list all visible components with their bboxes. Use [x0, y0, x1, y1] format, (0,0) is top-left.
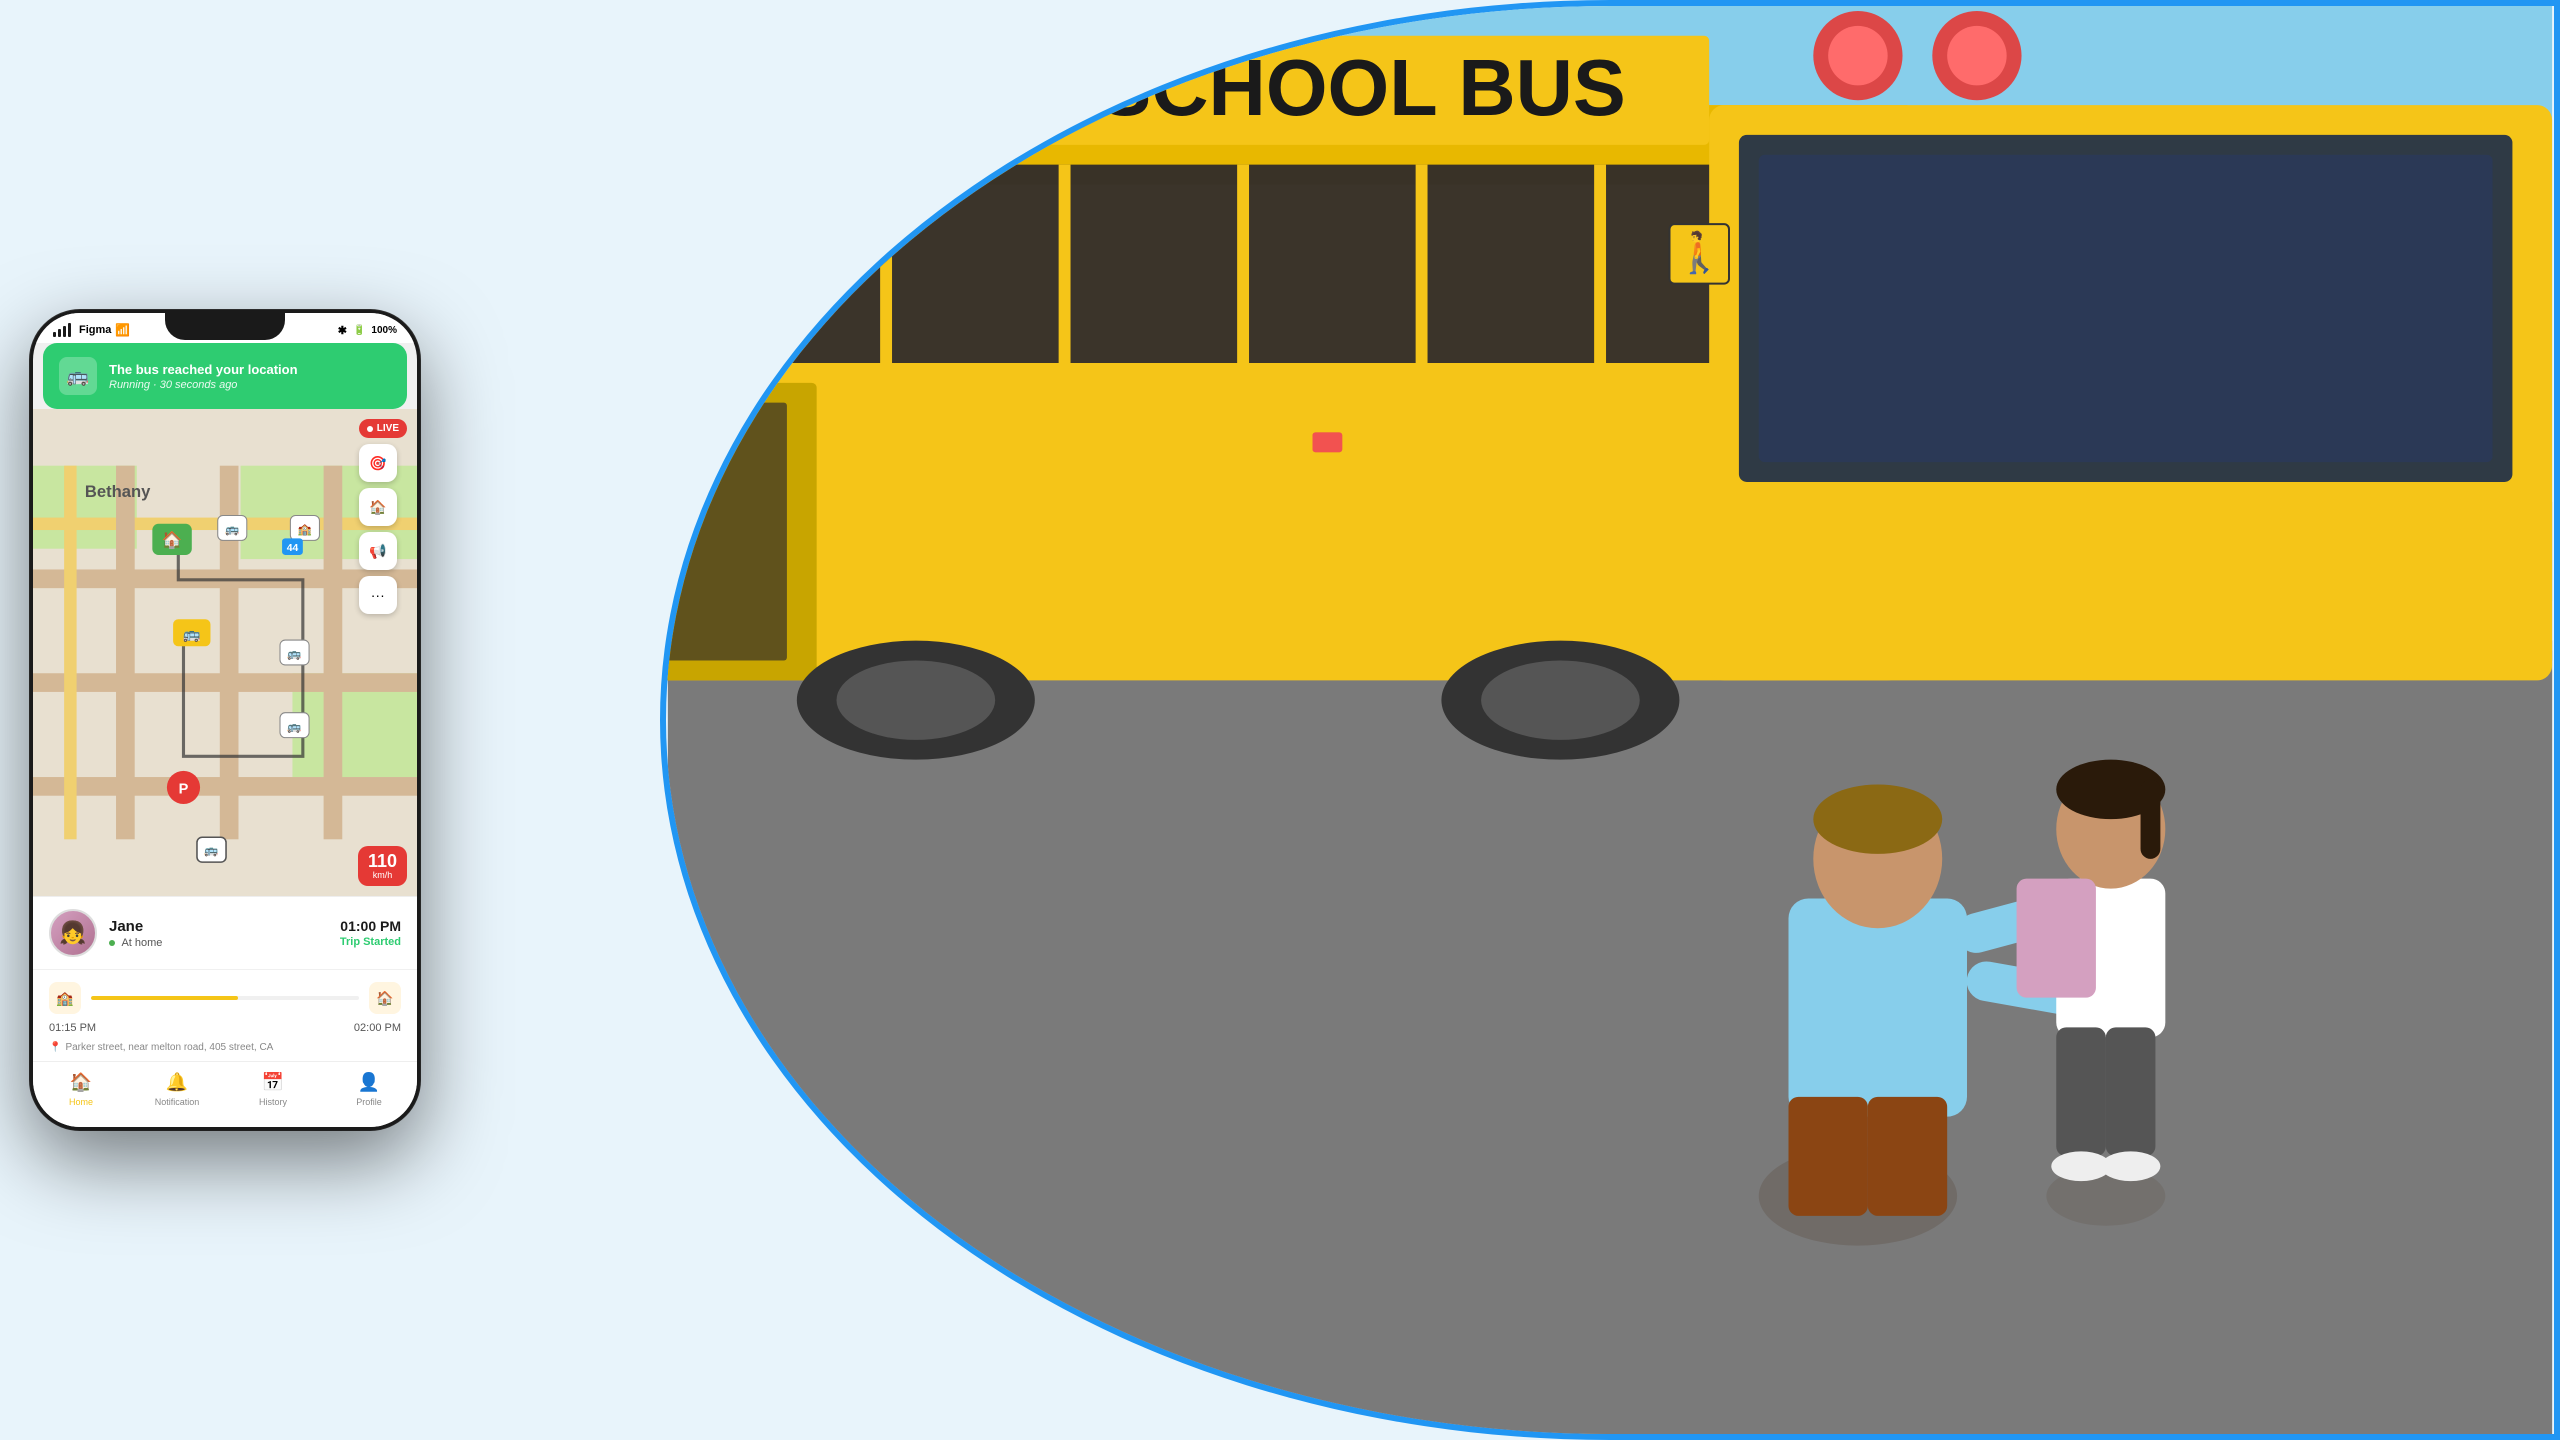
status-indicator [109, 940, 115, 946]
location-pin-icon: 📍 [49, 1042, 61, 1053]
map-controls: LIVE 🎯 🏠 📢 ··· [359, 419, 407, 614]
alert-button[interactable]: 📢 [359, 532, 397, 570]
notification-nav-label: Notification [155, 1097, 200, 1107]
trip-time: 01:00 PM [340, 918, 401, 934]
history-nav-label: History [259, 1097, 287, 1107]
svg-text:P: P [179, 782, 189, 798]
notification-text: The bus reached your location Running · … [109, 362, 298, 391]
phone-mockup: Figma 📶 9:41 AM ✱ 🔋 100% 🚌 The bus reach… [30, 310, 420, 1130]
phone-screen: Figma 📶 9:41 AM ✱ 🔋 100% 🚌 The bus reach… [33, 313, 417, 1127]
svg-text:🚌: 🚌 [287, 721, 301, 733]
location-text: Parker street, near melton road, 405 str… [65, 1042, 273, 1053]
carrier-label: Figma [79, 324, 111, 336]
school-icon: 🏫 [56, 990, 73, 1007]
home-nav-icon: 🏠 [69, 1070, 93, 1094]
svg-text:🚌: 🚌 [183, 627, 201, 643]
svg-text:🏫: 🏫 [298, 524, 312, 536]
phone-notch [165, 310, 285, 340]
live-badge[interactable]: LIVE [359, 419, 407, 438]
notification-subtitle: Running · 30 seconds ago [109, 379, 298, 391]
phone-frame: Figma 📶 9:41 AM ✱ 🔋 100% 🚌 The bus reach… [30, 310, 420, 1130]
svg-text:44: 44 [287, 543, 299, 554]
bottom-navigation: 🏠 Home 🔔 Notification 📅 History 👤 Profil… [33, 1061, 417, 1127]
speed-display: 110 km/h [358, 846, 407, 886]
bluetooth-icon: ✱ [338, 324, 347, 337]
trip-times: 01:15 PM 02:00 PM [49, 1022, 401, 1034]
notification-title: The bus reached your location [109, 362, 298, 377]
history-nav-icon: 📅 [261, 1070, 285, 1094]
child-status: At home [109, 937, 328, 949]
home-nav-label: Home [69, 1097, 93, 1107]
progress-row: 🏫 🏠 [49, 982, 401, 1014]
battery-label: 100% [371, 325, 397, 336]
progress-bar-fill [91, 996, 238, 1000]
nav-item-history[interactable]: 📅 History [243, 1070, 303, 1107]
child-time-info: 01:00 PM Trip Started [340, 918, 401, 948]
svg-text:🚌: 🚌 [225, 524, 239, 536]
more-button[interactable]: ··· [359, 576, 397, 614]
start-time: 01:15 PM [49, 1022, 96, 1034]
trip-started-label: Trip Started [340, 936, 401, 948]
svg-text:Bethany: Bethany [85, 482, 151, 501]
status-left: Figma 📶 [53, 323, 130, 337]
trip-progress-section: 🏫 🏠 01:15 PM 02:00 PM 📍 Parker street, n… [33, 969, 417, 1061]
live-indicator [367, 426, 373, 432]
svg-text:SCHOOL BUS: SCHOOL BUS [1098, 43, 1625, 132]
child-info-card: 👧 Jane At home 01:00 PM Trip Started [33, 896, 417, 969]
end-time: 02:00 PM [354, 1022, 401, 1034]
location-button[interactable]: 🎯 [359, 444, 397, 482]
nav-item-home[interactable]: 🏠 Home [51, 1070, 111, 1107]
scene-photo: SCHOOL BUS 🚶 [660, 0, 2560, 1440]
notification-banner[interactable]: 🚌 The bus reached your location Running … [43, 343, 407, 409]
status-right: ✱ 🔋 100% [338, 324, 397, 337]
location-info: 📍 Parker street, near melton road, 405 s… [49, 1042, 401, 1053]
signal-icon [53, 323, 71, 337]
child-details: Jane At home [109, 918, 328, 949]
progress-bar-container [91, 996, 359, 1000]
trip-start-icon: 🏫 [49, 982, 81, 1014]
speed-unit: km/h [368, 870, 397, 880]
speed-value: 110 [368, 852, 397, 870]
nav-item-notification[interactable]: 🔔 Notification [147, 1070, 207, 1107]
bus-icon: 🚌 [67, 366, 89, 387]
home-button[interactable]: 🏠 [359, 488, 397, 526]
status-text: At home [121, 937, 162, 949]
svg-text:🏠: 🏠 [162, 531, 183, 550]
notification-nav-icon: 🔔 [165, 1070, 189, 1094]
svg-text:🚌: 🚌 [287, 649, 301, 661]
nav-item-profile[interactable]: 👤 Profile [339, 1070, 399, 1107]
svg-text:🚌: 🚌 [204, 845, 218, 857]
child-name: Jane [109, 918, 328, 935]
profile-nav-icon: 👤 [357, 1070, 381, 1094]
live-label: LIVE [377, 423, 399, 434]
notification-icon: 🚌 [59, 357, 97, 395]
svg-text:🚶: 🚶 [1675, 230, 1724, 275]
home-icon: 🏠 [376, 990, 393, 1007]
profile-nav-label: Profile [356, 1097, 382, 1107]
map-view[interactable]: 🚌 🏫 🚌 🚌 🚌 🏠 🚌 [33, 409, 417, 896]
battery-icon: 🔋 [353, 325, 365, 336]
child-avatar: 👧 [49, 909, 97, 957]
wifi-icon: 📶 [115, 323, 130, 337]
trip-end-icon: 🏠 [369, 982, 401, 1014]
